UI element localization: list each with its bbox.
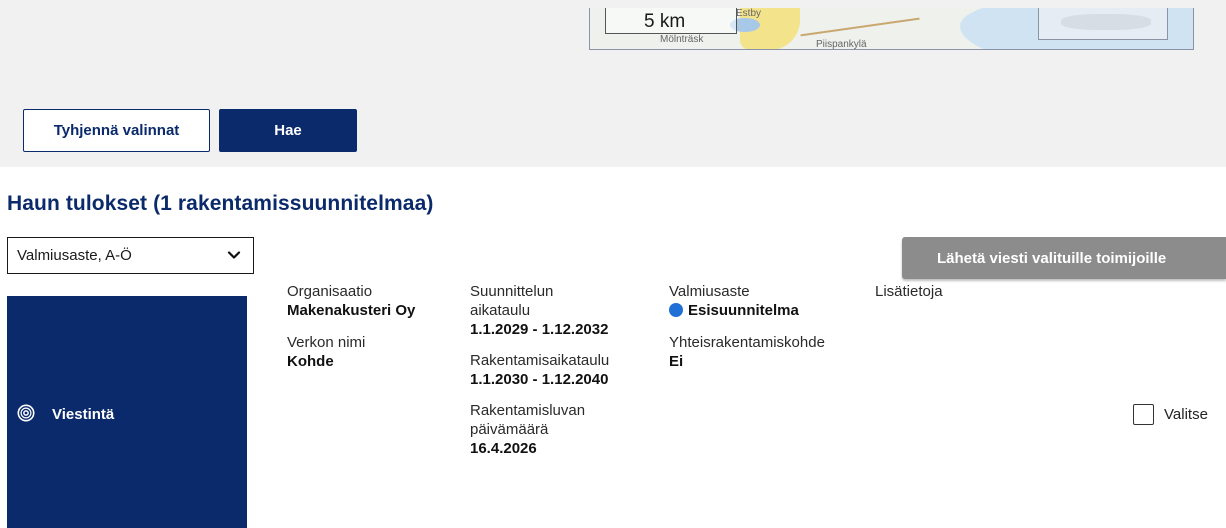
planning-label-line1: Suunnittelun: [470, 283, 554, 300]
sort-select-value: Valmiusaste, A-Ö: [17, 247, 132, 264]
permit-date-label-line2: päivämäärä: [470, 421, 549, 438]
send-message-button[interactable]: Lähetä viesti valituille toimijoille: [902, 237, 1226, 279]
status-dot-icon: [669, 303, 683, 317]
map-label-molntrask: Mölnträsk: [660, 34, 704, 45]
map-road: [800, 17, 920, 37]
additional-info-label: Lisätietoja: [875, 283, 943, 300]
search-button[interactable]: Hae: [219, 109, 357, 152]
status-column: Valmiusaste Esisuunnitelma Yhteisrakenta…: [669, 282, 825, 371]
map-label-estby: Estby: [736, 8, 762, 19]
chevron-down-icon: [227, 251, 241, 259]
network-name-label: Verkon nimi: [287, 334, 366, 351]
map-overview-inset[interactable]: [1038, 8, 1168, 40]
organisation-label: Organisaatio: [287, 283, 373, 300]
readiness-text: Esisuunnitelma: [688, 302, 799, 319]
select-checkbox[interactable]: [1133, 404, 1154, 425]
planning-label-line2: aikataulu: [470, 302, 531, 319]
schedule-column: Suunnittelun aikataulu 1.1.2029 - 1.12.2…: [470, 282, 609, 458]
joint-construction-label: Yhteisrakentamiskohde: [669, 334, 825, 351]
result-category-panel: Viestintä: [7, 296, 247, 528]
construction-schedule-label: Rakentamisaikataulu: [470, 352, 610, 369]
map-scale-label: 5 km: [644, 11, 686, 32]
additional-info-column: Lisätietoja: [875, 282, 943, 301]
readiness-label: Valmiusaste: [669, 283, 750, 300]
permit-date-value: 16.4.2026: [470, 440, 537, 457]
category-label: Viestintä: [52, 406, 115, 423]
select-checkbox-label[interactable]: Valitse: [1164, 406, 1208, 423]
communication-icon: [17, 404, 35, 422]
map-scale-bar: 5 km: [605, 8, 737, 34]
search-panel: Estby Mölnträsk Piispankylä 5 km Tyhjenn…: [0, 0, 1226, 167]
network-name-value: Kohde: [287, 353, 334, 370]
permit-date-label-line1: Rakentamisluvan: [470, 402, 586, 419]
clear-selections-button[interactable]: Tyhjennä valinnat: [23, 109, 210, 152]
map-view[interactable]: Estby Mölnträsk Piispankylä 5 km: [589, 8, 1194, 50]
organisation-column: Organisaatio Makenakusteri Oy Verkon nim…: [287, 282, 415, 371]
map-overview-shape: [1061, 14, 1151, 30]
results-title: Haun tulokset (1 rakentamissuunnitelmaa): [7, 192, 434, 215]
construction-schedule-value: 1.1.2030 - 1.12.2040: [470, 371, 609, 388]
map-label-piispankyla: Piispankylä: [816, 39, 867, 50]
readiness-value: Esisuunnitelma: [669, 301, 825, 320]
planning-schedule-value: 1.1.2029 - 1.12.2032: [470, 321, 609, 338]
sort-select[interactable]: Valmiusaste, A-Ö: [7, 237, 254, 274]
organisation-value: Makenakusteri Oy: [287, 302, 416, 319]
joint-construction-value: Ei: [669, 353, 684, 370]
